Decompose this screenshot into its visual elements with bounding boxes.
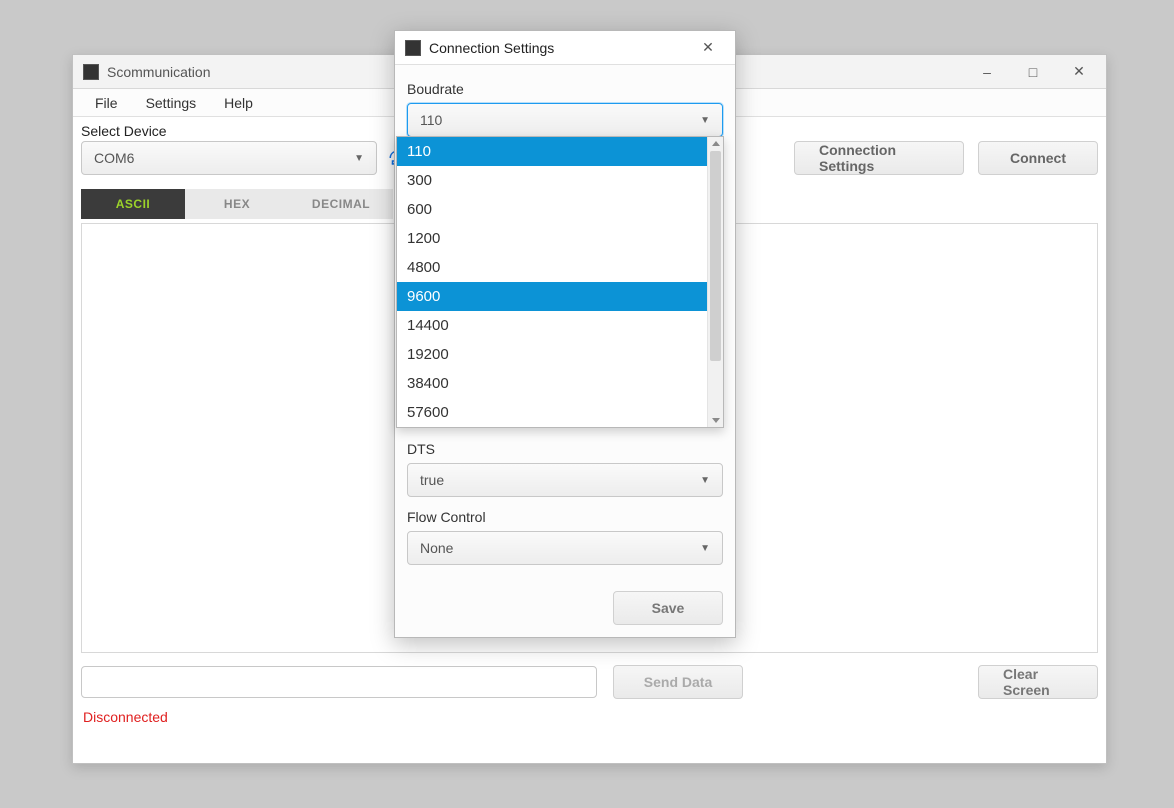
send-data-button[interactable]: Send Data xyxy=(613,665,743,699)
device-select[interactable]: COM6 ▼ xyxy=(81,141,377,175)
window-controls: – □ ✕ xyxy=(964,55,1102,88)
app-icon xyxy=(83,64,99,80)
flow-control-value: None xyxy=(420,540,453,556)
menu-settings[interactable]: Settings xyxy=(134,91,209,115)
baudrate-option-list: 110 300 600 1200 4800 9600 14400 19200 3… xyxy=(397,137,707,427)
menu-file[interactable]: File xyxy=(83,91,130,115)
baudrate-option[interactable]: 19200 xyxy=(397,340,707,369)
app-title: Scommunication xyxy=(107,64,211,80)
device-value: COM6 xyxy=(94,150,134,166)
baudrate-option[interactable]: 1200 xyxy=(397,224,707,253)
baudrate-option[interactable]: 110 xyxy=(397,137,707,166)
connect-button[interactable]: Connect xyxy=(978,141,1098,175)
connection-status: Disconnected xyxy=(73,703,1106,733)
close-button[interactable]: ✕ xyxy=(1056,55,1102,88)
send-input[interactable] xyxy=(81,666,597,698)
baudrate-dropdown: 110 300 600 1200 4800 9600 14400 19200 3… xyxy=(396,136,724,428)
baudrate-select[interactable]: 110 ▼ xyxy=(407,103,723,137)
baudrate-option[interactable]: 57600 xyxy=(397,398,707,427)
clear-screen-button[interactable]: Clear Screen xyxy=(978,665,1098,699)
menu-help[interactable]: Help xyxy=(212,91,265,115)
chevron-down-icon: ▼ xyxy=(700,115,710,126)
dts-label: DTS xyxy=(407,441,723,457)
tab-decimal[interactable]: DECIMAL xyxy=(289,189,393,219)
maximize-button[interactable]: □ xyxy=(1010,55,1056,88)
scrollbar-thumb[interactable] xyxy=(710,151,721,361)
chevron-down-icon: ▼ xyxy=(700,543,710,554)
chevron-down-icon: ▼ xyxy=(700,475,710,486)
dialog-close-button[interactable]: ✕ xyxy=(685,31,731,64)
baudrate-option[interactable]: 38400 xyxy=(397,369,707,398)
save-button[interactable]: Save xyxy=(613,591,723,625)
dialog-titlebar: Connection Settings ✕ xyxy=(395,31,735,65)
minimize-button[interactable]: – xyxy=(964,55,1010,88)
chevron-down-icon: ▼ xyxy=(354,153,364,164)
dialog-icon xyxy=(405,40,421,56)
dts-value: true xyxy=(420,472,444,488)
baudrate-option[interactable]: 9600 xyxy=(397,282,707,311)
flow-control-select[interactable]: None ▼ xyxy=(407,531,723,565)
baudrate-option[interactable]: 14400 xyxy=(397,311,707,340)
tab-ascii[interactable]: ASCII xyxy=(81,189,185,219)
bottom-row: Send Data Clear Screen xyxy=(73,653,1106,703)
dialog-title: Connection Settings xyxy=(429,40,554,56)
tab-hex[interactable]: HEX xyxy=(185,189,289,219)
baudrate-option[interactable]: 600 xyxy=(397,195,707,224)
baudrate-option[interactable]: 300 xyxy=(397,166,707,195)
flow-control-label: Flow Control xyxy=(407,509,723,525)
baudrate-value: 110 xyxy=(420,112,442,128)
dropdown-scrollbar[interactable] xyxy=(707,137,723,427)
connection-settings-button[interactable]: Connection Settings xyxy=(794,141,964,175)
baudrate-label: Boudrate xyxy=(407,81,723,97)
dts-select[interactable]: true ▼ xyxy=(407,463,723,497)
baudrate-option[interactable]: 4800 xyxy=(397,253,707,282)
